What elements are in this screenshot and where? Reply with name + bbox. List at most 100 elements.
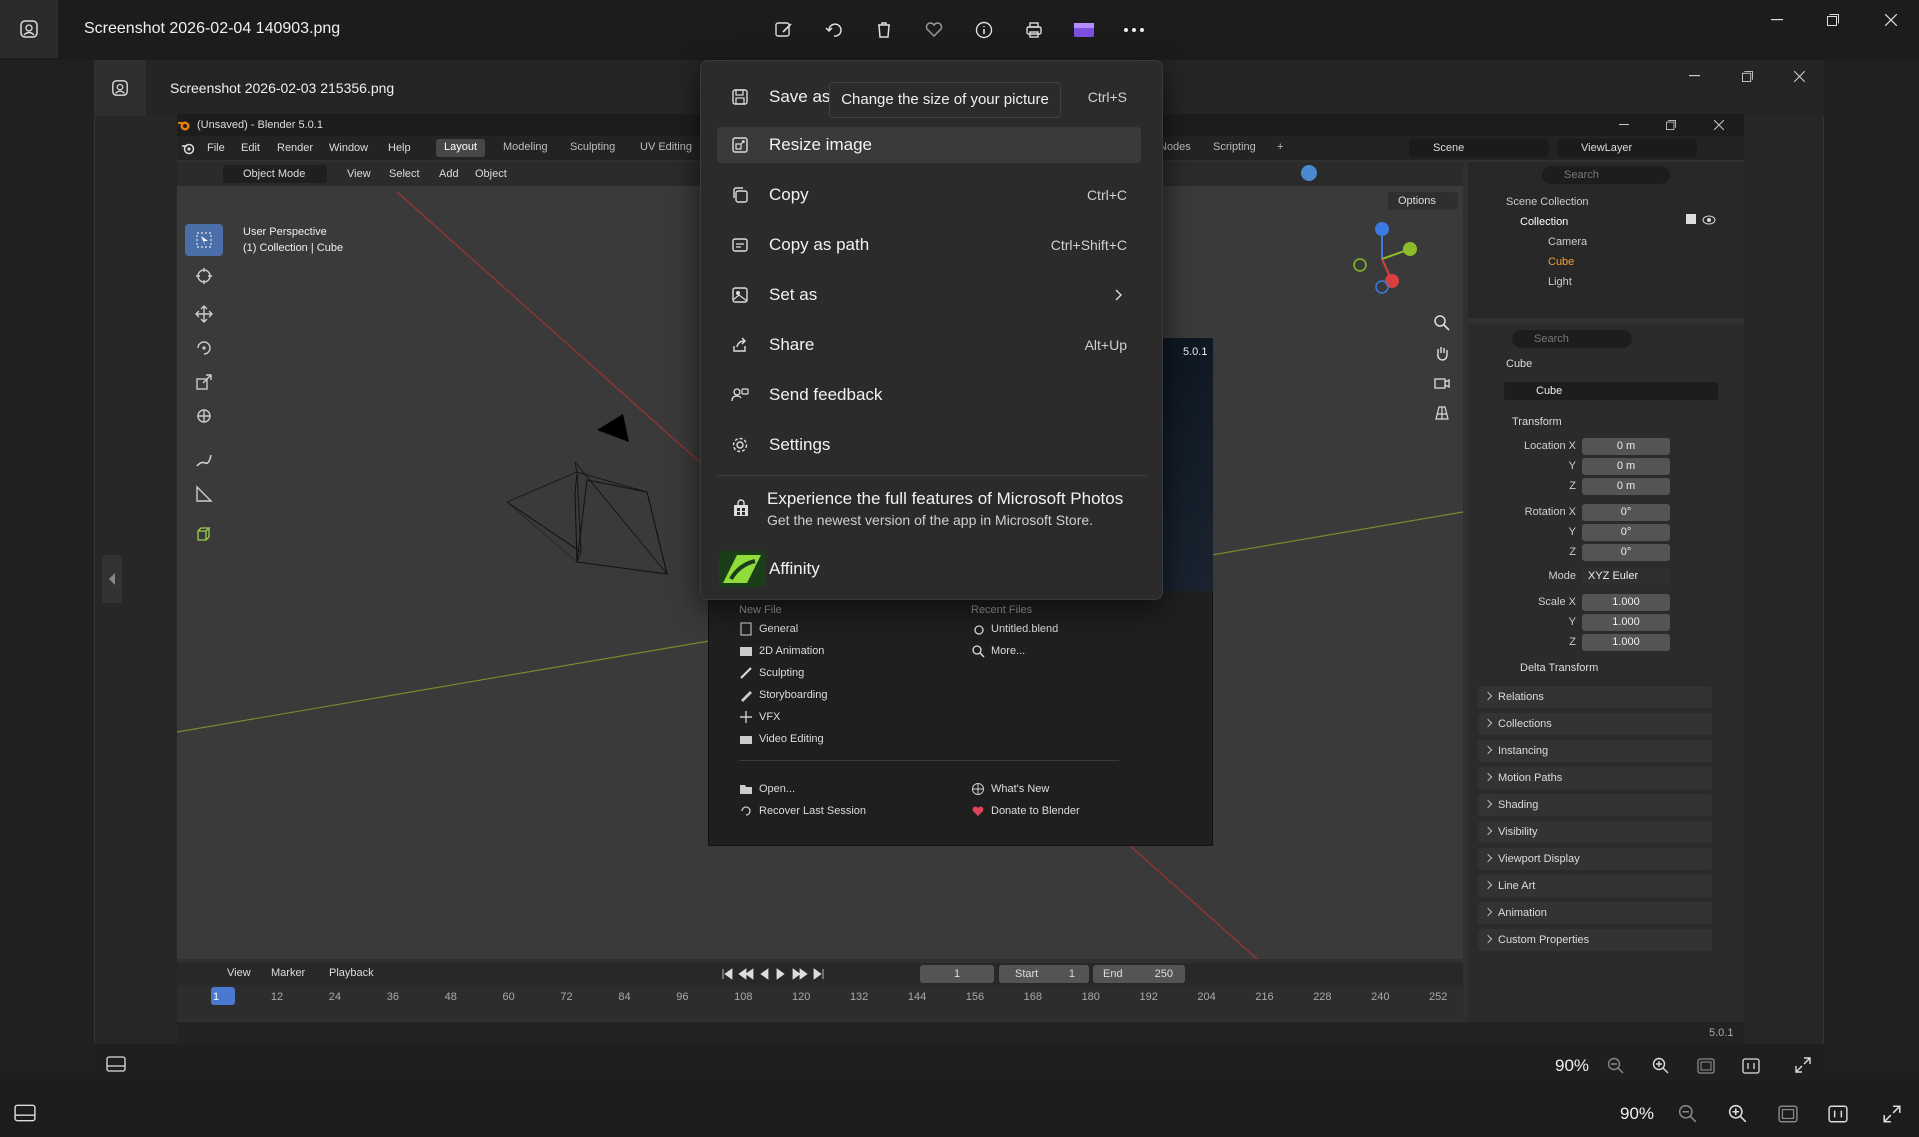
menu-item-copy-as-path[interactable]: Copy as path Ctrl+Shift+C [717,227,1141,263]
collection-checkbox[interactable] [1686,214,1696,224]
splash-new-2d-animation[interactable]: 2D Animation [739,644,824,658]
edit-image-icon[interactable] [764,10,804,50]
info-icon[interactable] [964,10,1004,50]
timeline-menu-marker[interactable]: Marker [271,967,305,979]
splash-recover[interactable]: Recover Last Session [739,804,866,818]
options-dropdown[interactable]: Options [1388,192,1458,210]
clipchamp-icon[interactable] [1064,10,1104,50]
camera-view-icon[interactable] [1433,374,1451,392]
object-mode-dropdown[interactable]: Object Mode [223,165,327,183]
annotate-tool-icon[interactable] [185,444,223,476]
select-box-tool-icon[interactable] [185,224,223,256]
rotation-x-field[interactable]: 0° [1582,504,1670,521]
panel-line-art[interactable]: Line Art [1478,875,1712,897]
menu-file[interactable]: File [207,142,225,154]
scale-y-field[interactable]: 1.000 [1582,614,1670,631]
splash-new-video-editing[interactable]: Video Editing [739,732,824,746]
solid-shading-icon[interactable] [1301,165,1317,181]
view-layer-selector[interactable]: ViewLayer [1557,139,1697,157]
inner-actual-size-icon[interactable] [1742,1058,1760,1074]
playback-controls-icon[interactable] [721,967,831,981]
scene-selector[interactable]: Scene [1409,139,1549,157]
rotation-mode-dropdown[interactable]: XYZ Euler [1582,568,1670,585]
inner-restore-button[interactable] [1722,56,1772,96]
panel-viewport-display[interactable]: Viewport Display [1478,848,1712,870]
collection-label[interactable]: Collection [1520,216,1568,228]
measure-tool-icon[interactable] [185,478,223,510]
delta-transform-header[interactable]: Delta Transform [1520,662,1598,674]
outliner-item-cube[interactable]: Cube [1548,256,1574,268]
location-z-field[interactable]: 0 m [1582,478,1670,495]
inner-minimize-button[interactable] [1669,56,1719,96]
move-tool-icon[interactable] [185,298,223,330]
location-x-field[interactable]: 0 m [1582,438,1670,455]
workspace-tab-layout[interactable]: Layout [436,139,486,157]
panel-animation[interactable]: Animation [1478,902,1712,924]
zoom-out-icon[interactable] [1678,1104,1698,1124]
pan-viewport-icon[interactable] [1433,344,1451,362]
inner-filmstrip-icon[interactable] [106,1056,126,1072]
properties-search-field[interactable]: Search [1512,330,1632,348]
timeline-menu-view[interactable]: View [227,967,251,979]
workspace-tab-uv-editing[interactable]: UV Editing [632,139,700,157]
end-frame-field[interactable]: End 250 [1093,965,1185,983]
transform-tool-icon[interactable] [185,400,223,432]
splash-recent-untitled[interactable]: Untitled.blend [971,622,1058,636]
splash-recent-more[interactable]: More... [971,644,1025,658]
filmstrip-icon[interactable] [14,1104,36,1122]
current-frame-field[interactable]: 1 [920,965,994,983]
splash-new-general[interactable]: General [739,622,798,636]
splash-whats-new[interactable]: What's New [971,782,1049,796]
print-icon[interactable] [1014,10,1054,50]
delete-icon[interactable] [864,10,904,50]
more-options-icon[interactable] [1114,10,1154,50]
visibility-eye-icon[interactable] [1702,214,1716,226]
menu-item-settings[interactable]: Settings [717,427,1141,463]
workspace-tab-sculpting[interactable]: Sculpting [562,139,623,157]
inner-fullscreen-icon[interactable] [1794,1056,1812,1074]
blender-menu-logo-icon[interactable] [181,141,195,155]
splash-new-sculpting[interactable]: Sculpting [739,666,804,680]
timeline-menu-playback[interactable]: Playback [329,967,374,979]
object-name-field[interactable]: Cube [1504,382,1718,400]
menu-edit[interactable]: Edit [241,142,260,154]
minimize-button[interactable] [1749,0,1805,40]
menu-render[interactable]: Render [277,142,313,154]
location-y-field[interactable]: 0 m [1582,458,1670,475]
navigation-gizmo-icon[interactable] [1342,219,1422,299]
favorite-icon[interactable] [914,10,954,50]
menu-item-share[interactable]: Share Alt+Up [717,327,1141,363]
viewport-menu-add[interactable]: Add [439,168,459,180]
zoom-viewport-icon[interactable] [1433,314,1451,332]
rotate-tool-icon[interactable] [185,332,223,364]
blender-restore-icon[interactable] [1666,120,1676,130]
blender-minimize-icon[interactable] [1619,124,1629,126]
outliner-item-camera[interactable]: Camera [1548,236,1587,248]
rotate-icon[interactable] [814,10,854,50]
inner-close-button[interactable] [1774,56,1824,96]
scale-z-field[interactable]: 1.000 [1582,634,1670,651]
add-workspace-button[interactable]: + [1269,139,1291,157]
inner-fit-to-window-icon[interactable] [1697,1058,1715,1074]
viewport-menu-object[interactable]: Object [475,168,507,180]
workspace-tab-scripting[interactable]: Scripting [1205,139,1264,157]
close-button[interactable] [1863,0,1919,40]
panel-visibility[interactable]: Visibility [1478,821,1712,843]
panel-collections[interactable]: Collections [1478,713,1712,735]
restore-button[interactable] [1805,0,1861,40]
previous-image-button[interactable] [102,555,122,603]
blender-close-icon[interactable] [1714,120,1724,130]
inner-zoom-out-icon[interactable] [1607,1057,1625,1075]
perspective-toggle-icon[interactable] [1433,404,1451,422]
fullscreen-icon[interactable] [1882,1104,1902,1124]
transform-panel-header[interactable]: Transform [1512,416,1562,428]
panel-relations[interactable]: Relations [1478,686,1712,708]
outliner-item-light[interactable]: Light [1548,276,1572,288]
inner-zoom-in-icon[interactable] [1652,1057,1670,1075]
panel-shading[interactable]: Shading [1478,794,1712,816]
menu-item-affinity[interactable]: Affinity [717,549,1147,589]
workspace-tab-modeling[interactable]: Modeling [495,139,556,157]
fit-to-window-icon[interactable] [1778,1105,1798,1123]
menu-help[interactable]: Help [388,142,411,154]
rotation-y-field[interactable]: 0° [1582,524,1670,541]
